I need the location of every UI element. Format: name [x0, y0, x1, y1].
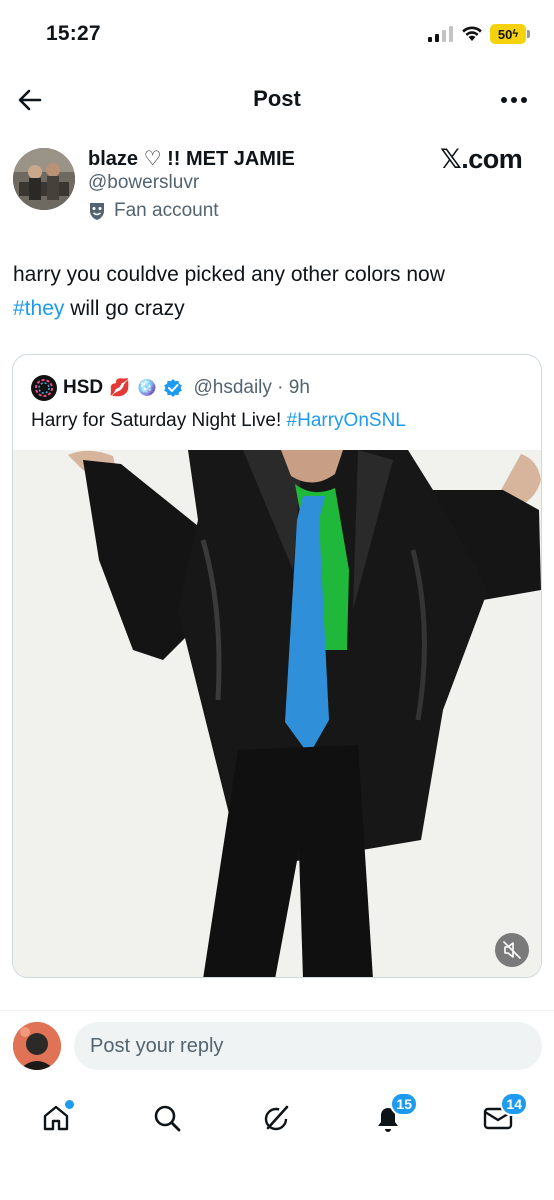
status-bar: 15:27 50 ϟ [0, 0, 554, 70]
nav-home[interactable] [32, 1094, 80, 1142]
reply-divider [0, 1010, 554, 1011]
post-body: harry you couldve picked any other color… [13, 258, 541, 326]
post-text-part2: will go crazy [64, 297, 185, 320]
quoted-post-header: HSD 💋 🪩 @hsdaily · 9h [31, 375, 310, 401]
post-author: blaze ♡ !! MET JAMIE @bowersluvr Fan acc… [0, 142, 554, 232]
my-avatar[interactable] [13, 1022, 61, 1070]
signal-icon [428, 26, 453, 42]
nav-search[interactable] [143, 1094, 191, 1142]
disco-ball-emoji: 🪩 [136, 378, 158, 397]
notifications-badge: 15 [390, 1092, 418, 1116]
reply-bar [0, 1018, 554, 1076]
more-dots-icon [501, 97, 527, 103]
quoted-handle-time: @hsdaily · 9h [193, 377, 310, 398]
mute-toggle-button[interactable] [495, 933, 529, 967]
author-handle[interactable]: @bowersluvr [88, 172, 199, 194]
quoted-hashtag-link[interactable]: #HarryOnSNL [287, 410, 406, 431]
post-hashtag-link[interactable]: #they [13, 297, 64, 320]
quoted-media-video[interactable] [13, 450, 541, 977]
author-avatar-image [13, 148, 75, 210]
wifi-icon [462, 26, 482, 41]
battery-level: 50 [497, 26, 513, 42]
post-text-part1: harry you couldve picked any other color… [13, 263, 445, 286]
my-avatar-image [13, 1022, 61, 1070]
quoted-post-text: Harry for Saturday Night Live! #HarryOnS… [31, 410, 406, 432]
quoted-author-name[interactable]: HSD [63, 377, 103, 399]
lips-emoji: 💋 [109, 378, 131, 397]
fan-account-label: Fan account [88, 200, 219, 222]
battery-nub [527, 30, 530, 38]
post-header: Post [0, 70, 554, 128]
author-name[interactable]: blaze ♡ !! MET JAMIE [88, 146, 295, 171]
page-title: Post [253, 86, 301, 111]
more-options-button[interactable] [494, 80, 534, 120]
quoted-avatar-ring-icon [35, 379, 53, 397]
quoted-media-image [13, 450, 541, 977]
grok-icon [264, 1105, 289, 1131]
quoted-post[interactable]: HSD 💋 🪩 @hsdaily · 9h Harry for Saturday… [12, 354, 542, 978]
battery-indicator: 50 ϟ [490, 24, 526, 44]
home-indicator [0, 1160, 554, 1200]
reply-input[interactable] [74, 1022, 542, 1070]
nav-messages[interactable]: 14 [474, 1092, 528, 1142]
quoted-avatar[interactable] [31, 375, 57, 401]
bottom-nav: 15 14 [0, 1084, 554, 1154]
author-avatar[interactable] [13, 148, 75, 210]
quoted-text: Harry for Saturday Night Live! [31, 410, 282, 431]
source-label: 𝕏.com [440, 144, 523, 174]
charging-icon: ϟ [512, 28, 519, 40]
search-icon [154, 1105, 181, 1132]
home-unread-dot [65, 1100, 74, 1109]
fan-account-text: Fan account [114, 200, 219, 221]
verified-badge-icon [164, 379, 183, 397]
messages-badge: 14 [500, 1092, 528, 1116]
speaker-muted-icon [503, 941, 521, 959]
nav-notifications[interactable]: 15 [364, 1092, 418, 1142]
nav-grok[interactable] [253, 1094, 301, 1142]
theater-mask-icon [90, 203, 104, 220]
status-time: 15:27 [46, 22, 101, 45]
